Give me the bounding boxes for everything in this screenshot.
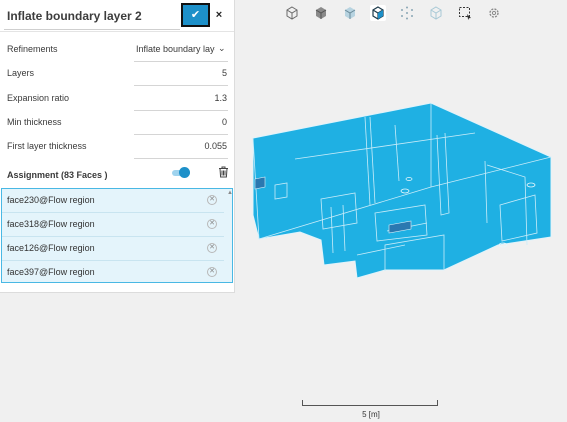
remove-icon[interactable]: ✕ [207,195,217,205]
assignment-label: Assignment (83 Faces ) [7,170,108,180]
list-item[interactable]: face318@Flow region ✕ [2,213,224,237]
layers-input[interactable]: 5 [222,68,227,78]
view-cube-shaded-icon[interactable] [342,5,358,21]
close-button[interactable]: × [212,6,226,24]
scroll-up-icon[interactable]: ▲ [227,190,232,196]
checkmark-icon: ✔ [190,8,201,21]
face-label: face397@Flow region [7,267,95,277]
remove-icon[interactable]: ✕ [207,243,217,253]
view-cube-points-icon[interactable] [399,5,415,21]
confirm-button[interactable]: ✔ [181,3,210,27]
first-layer-thickness-input[interactable]: 0.055 [204,141,227,151]
assignment-toggle[interactable] [172,167,190,179]
refinements-row: Refinements Inflate boundary layer ⌄ [0,38,234,62]
settings-gear-icon[interactable] [486,5,502,21]
min-thickness-input[interactable]: 0 [222,117,227,127]
view-cube-selected-icon[interactable] [370,5,386,21]
panel-header: Inflate boundary layer 2 ✔ × [0,0,234,32]
layers-label: Layers [7,68,35,78]
scale-bar-label: 5 [m] [362,410,380,419]
min-thickness-row: Min thickness 0 [0,111,234,135]
list-item[interactable]: face397@Flow region ✕ [2,261,224,282]
first-layer-thickness-label: First layer thickness [7,141,87,151]
face-label: face318@Flow region [7,219,95,229]
layers-row: Layers 5 [0,62,234,86]
list-item[interactable]: face230@Flow region ✕ [2,189,224,213]
face-label: face126@Flow region [7,243,95,253]
expansion-ratio-label: Expansion ratio [7,93,70,103]
list-scrollbar[interactable]: ▲ [226,189,232,282]
remove-icon[interactable]: ✕ [207,267,217,277]
list-item[interactable]: face126@Flow region ✕ [2,237,224,261]
min-thickness-label: Min thickness [7,117,62,127]
scale-bar [302,400,438,408]
panel-title[interactable]: Inflate boundary layer 2 [7,9,142,23]
trash-icon[interactable] [218,165,229,178]
box-select-icon[interactable] [457,5,473,21]
view-cube-outline-icon[interactable] [284,5,300,21]
refinements-select[interactable]: Inflate boundary layer [136,44,215,54]
view-cube-solid-icon[interactable] [313,5,329,21]
refinements-label: Refinements [7,44,58,54]
remove-icon[interactable]: ✕ [207,219,217,229]
flow-region-model[interactable] [235,95,565,295]
expansion-ratio-row: Expansion ratio 1.3 [0,87,234,111]
assignment-list[interactable]: face230@Flow region ✕ face318@Flow regio… [1,188,233,283]
chevron-down-icon[interactable]: ⌄ [218,43,226,54]
boundary-layer-panel: Inflate boundary layer 2 ✔ × Refinements… [0,0,235,293]
first-layer-thickness-row: First layer thickness 0.055 [0,135,234,159]
view-cube-transparent-icon[interactable] [428,5,444,21]
expansion-ratio-input[interactable]: 1.3 [214,93,227,103]
face-label: face230@Flow region [7,195,95,205]
